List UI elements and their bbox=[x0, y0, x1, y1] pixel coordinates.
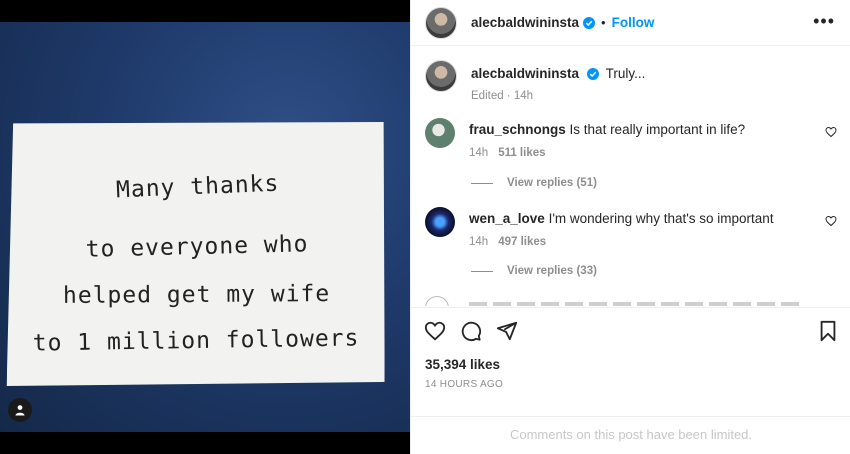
separator-dot: • bbox=[601, 15, 606, 30]
note-line-3: helped get my wife bbox=[62, 281, 331, 309]
comment-avatar[interactable] bbox=[425, 296, 449, 306]
comment-item: frau_schnongs Is that really important i… bbox=[425, 118, 845, 159]
post-side-panel: alecbaldwininsta • Follow ••• alecbaldwi… bbox=[410, 0, 850, 454]
caption-text: Truly... bbox=[605, 66, 646, 81]
note-line-2: to everyone who bbox=[85, 231, 309, 263]
header-username[interactable]: alecbaldwininsta bbox=[471, 15, 579, 30]
replies-divider bbox=[471, 182, 493, 184]
share-icon[interactable] bbox=[496, 320, 518, 342]
handwritten-note: Many thanks to everyone who helped get m… bbox=[7, 118, 388, 390]
view-replies-button[interactable]: View replies (51) bbox=[471, 177, 597, 189]
note-line-1: Many thanks bbox=[115, 170, 280, 204]
replies-divider bbox=[471, 270, 493, 272]
comment-username[interactable]: frau_schnongs bbox=[469, 122, 566, 137]
verified-badge-icon bbox=[583, 16, 596, 29]
comment-like-heart-icon[interactable] bbox=[825, 215, 837, 227]
comment-text-cutoff bbox=[469, 302, 799, 306]
note-line-4: to 1 million followers bbox=[32, 325, 360, 357]
caption-avatar[interactable] bbox=[425, 60, 457, 92]
comment-time: 14h bbox=[469, 236, 489, 248]
user-tag-button[interactable] bbox=[8, 398, 32, 422]
view-replies-label: View replies (51) bbox=[507, 177, 597, 189]
comment-icon[interactable] bbox=[460, 320, 482, 342]
comment-item-partial bbox=[425, 296, 835, 306]
view-replies-label: View replies (33) bbox=[507, 265, 597, 277]
heart-icon[interactable] bbox=[424, 320, 446, 342]
comment-likes[interactable]: 511 likes bbox=[498, 147, 545, 159]
post-image[interactable]: Many thanks to everyone who helped get m… bbox=[0, 22, 410, 432]
comment-likes[interactable]: 497 likes bbox=[498, 236, 546, 248]
post-actions: 35,394 likes 14 HOURS AGO Comments on th… bbox=[411, 307, 850, 442]
bookmark-icon[interactable] bbox=[818, 320, 838, 342]
comment-avatar[interactable] bbox=[425, 118, 455, 148]
caption-username[interactable]: alecbaldwininsta bbox=[471, 66, 579, 81]
comments-limited-notice: Comments on this post have been limited. bbox=[411, 416, 850, 446]
comment-like-heart-icon[interactable] bbox=[825, 126, 837, 138]
comment-text: Is that really important in life? bbox=[569, 122, 746, 137]
caption-meta: Edited · 14h bbox=[471, 90, 534, 102]
avatar[interactable] bbox=[425, 6, 457, 39]
comment-item: wen_a_love I'm wondering why that's so i… bbox=[425, 207, 845, 248]
view-replies-button[interactable]: View replies (33) bbox=[471, 265, 597, 277]
post-timestamp[interactable]: 14 HOURS AGO bbox=[425, 379, 503, 390]
more-icon[interactable]: ••• bbox=[813, 12, 835, 30]
comment-time: 14h bbox=[469, 147, 489, 159]
caption: alecbaldwininsta Truly... Edited · 14h bbox=[425, 60, 645, 102]
follow-button[interactable]: Follow bbox=[612, 15, 655, 30]
comment-avatar[interactable] bbox=[425, 207, 455, 237]
post-header: alecbaldwininsta • Follow ••• bbox=[411, 0, 850, 46]
user-tag-icon bbox=[15, 405, 25, 416]
comment-username[interactable]: wen_a_love bbox=[469, 211, 545, 226]
verified-badge-icon bbox=[586, 68, 599, 80]
comment-text: I'm wondering why that's so important bbox=[548, 211, 774, 226]
likes-count[interactable]: 35,394 likes bbox=[425, 357, 500, 372]
